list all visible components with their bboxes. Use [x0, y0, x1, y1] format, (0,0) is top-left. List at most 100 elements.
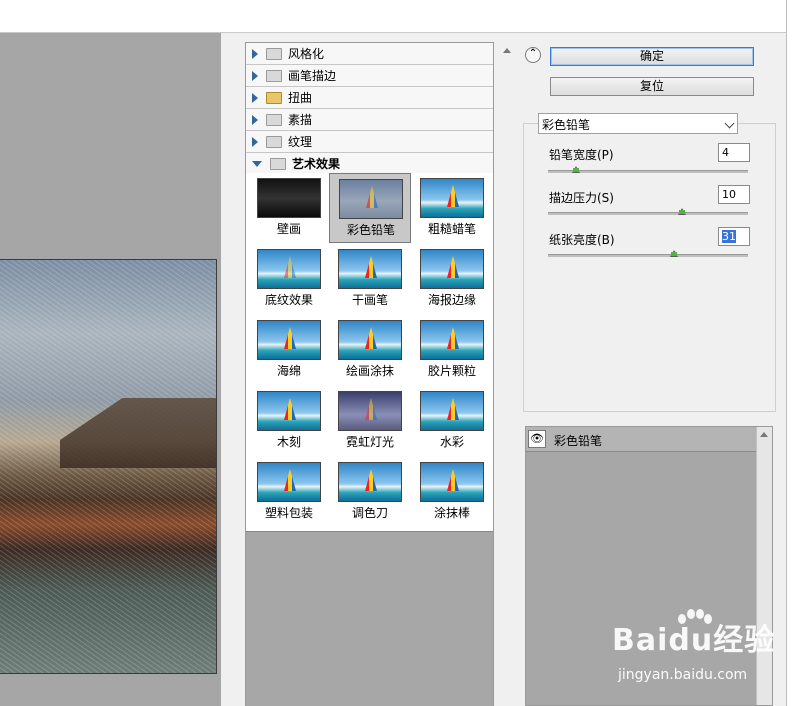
- filter-preview-image: [420, 391, 484, 431]
- filter-label: 胶片颗粒: [427, 364, 476, 378]
- filter-category-sketch[interactable]: 素描: [246, 109, 493, 131]
- filter-thumbnail-selected[interactable]: 彩色铅笔: [329, 173, 411, 243]
- pencil-width-label: 铅笔宽度(P): [549, 148, 614, 162]
- filter-preview-image: [420, 178, 484, 218]
- filter-preview-image: [338, 249, 402, 289]
- filter-label: 霓虹灯光: [345, 435, 394, 449]
- filter-thumbnail[interactable]: 木刻: [248, 386, 330, 456]
- filter-select-value: 彩色铅笔: [542, 118, 591, 132]
- folder-icon: [266, 113, 282, 126]
- stroke-pressure-slider-handle[interactable]: [678, 208, 686, 215]
- filter-thumbnail[interactable]: 绘画涂抹: [329, 315, 411, 385]
- folder-icon: [266, 69, 282, 82]
- filter-preview-image: [338, 391, 402, 431]
- filter-gallery-panel: 风格化 画笔描边 扭曲 素描 纹理 艺术效果 壁画 彩色铅笔 粗糙蜡笔 底纹效果…: [245, 42, 494, 706]
- filter-thumbnail[interactable]: 底纹效果: [248, 244, 330, 314]
- filter-preview-image: [257, 178, 321, 218]
- filter-preview-image: [257, 462, 321, 502]
- filter-label: 木刻: [276, 435, 301, 449]
- folder-open-icon: [270, 157, 286, 170]
- stroke-pressure-label: 描边压力(S): [549, 191, 614, 205]
- paper-brightness-input[interactable]: 31: [718, 227, 750, 246]
- filter-label: 塑料包装: [264, 506, 313, 520]
- filter-label: 底纹效果: [264, 293, 313, 307]
- effect-layer-row[interactable]: 👁 彩色铅笔: [526, 427, 756, 452]
- pencil-width-slider-handle[interactable]: [572, 166, 580, 173]
- filter-thumbnail[interactable]: 海绵: [248, 315, 330, 385]
- paper-brightness-label: 纸张亮度(B): [549, 233, 615, 247]
- title-bar: [0, 0, 798, 33]
- filter-category-texture[interactable]: 纹理: [246, 131, 493, 153]
- folder-icon: [266, 91, 282, 104]
- filter-category-distort[interactable]: 扭曲: [246, 87, 493, 109]
- filter-preview-image: [257, 391, 321, 431]
- filter-label: 海绵: [276, 364, 301, 378]
- expand-triangle-icon[interactable]: [252, 70, 258, 81]
- expand-triangle-icon[interactable]: [252, 136, 258, 147]
- filter-label: 粗糙蜡笔: [427, 222, 476, 236]
- stroke-pressure-slider[interactable]: [548, 212, 748, 215]
- category-label: 画笔描边: [288, 69, 337, 83]
- preview-area[interactable]: [0, 33, 222, 706]
- paper-brightness-slider[interactable]: [548, 254, 748, 257]
- collapse-triangle-icon[interactable]: [252, 160, 262, 167]
- filter-thumbnail[interactable]: 塑料包装: [248, 457, 330, 527]
- filter-settings-group: [523, 123, 776, 412]
- folder-icon: [266, 135, 282, 148]
- filter-label: 彩色铅笔: [346, 223, 395, 237]
- filter-preview-image: [257, 320, 321, 360]
- paper-brightness-slider-handle[interactable]: [670, 250, 678, 257]
- filter-category-stylize[interactable]: 风格化: [246, 43, 493, 65]
- pencil-width-input[interactable]: 4: [718, 143, 750, 162]
- category-label: 素描: [288, 113, 313, 127]
- ok-button[interactable]: 确定: [550, 47, 754, 66]
- filter-preview-image: [339, 179, 403, 219]
- filter-thumbnail[interactable]: 涂抹棒: [411, 457, 493, 527]
- filter-thumbnail[interactable]: 干画笔: [329, 244, 411, 314]
- baidu-jingyan-watermark: Baidu经验 jingyan.baidu.com: [612, 609, 787, 690]
- filter-thumbnail[interactable]: 粗糙蜡笔: [411, 173, 493, 243]
- window-edge: [786, 0, 798, 706]
- category-label: 艺术效果: [292, 157, 341, 171]
- gallery-scrollbar[interactable]: [500, 42, 515, 706]
- filter-thumbnail[interactable]: 胶片颗粒: [411, 315, 493, 385]
- chevron-down-icon: [724, 118, 735, 129]
- category-label: 纹理: [288, 135, 313, 149]
- category-label: 扭曲: [288, 91, 313, 105]
- filter-category-brush-strokes[interactable]: 画笔描边: [246, 65, 493, 87]
- reset-button[interactable]: 复位: [550, 77, 754, 96]
- filter-preview-image: [420, 249, 484, 289]
- watermark-url: jingyan.baidu.com: [618, 667, 748, 683]
- filter-label: 调色刀: [351, 506, 388, 520]
- filter-preview-image: [420, 462, 484, 502]
- expand-triangle-icon[interactable]: [252, 114, 258, 125]
- filter-thumbnail[interactable]: 水彩: [411, 386, 493, 456]
- stroke-pressure-input[interactable]: 10: [718, 185, 750, 204]
- filter-category-artistic[interactable]: 艺术效果: [246, 153, 493, 175]
- filter-label: 水彩: [439, 435, 464, 449]
- filter-label: 绘画涂抹: [345, 364, 394, 378]
- folder-icon: [266, 47, 282, 60]
- filter-thumbnail[interactable]: 霓虹灯光: [329, 386, 411, 456]
- filter-preview-image: [338, 320, 402, 360]
- collapse-gallery-icon[interactable]: ⌃: [525, 47, 541, 63]
- effect-layer-label: 彩色铅笔: [554, 434, 603, 448]
- gallery-empty-area: [246, 531, 493, 706]
- filter-preview-image: [338, 462, 402, 502]
- eye-icon[interactable]: 👁: [528, 430, 546, 448]
- filter-label: 海报边缘: [427, 293, 476, 307]
- watermark-brand: Baidu经验: [612, 623, 776, 658]
- filter-thumbnail[interactable]: 海报边缘: [411, 244, 493, 314]
- preview-divider: [221, 33, 235, 706]
- filter-thumbnail-grid: 壁画 彩色铅笔 粗糙蜡笔 底纹效果 干画笔 海报边缘 海绵 绘画涂抹 胶片颗粒 …: [246, 173, 493, 531]
- filter-thumbnail[interactable]: 调色刀: [329, 457, 411, 527]
- filter-label: 壁画: [276, 222, 301, 236]
- filter-preview-image: [420, 320, 484, 360]
- filter-select[interactable]: 彩色铅笔: [538, 113, 738, 134]
- filter-thumbnail[interactable]: 壁画: [248, 173, 330, 243]
- filter-label: 涂抹棒: [433, 506, 470, 520]
- expand-triangle-icon[interactable]: [252, 48, 258, 59]
- category-label: 风格化: [288, 47, 325, 61]
- expand-triangle-icon[interactable]: [252, 92, 258, 103]
- filter-label: 干画笔: [351, 293, 388, 307]
